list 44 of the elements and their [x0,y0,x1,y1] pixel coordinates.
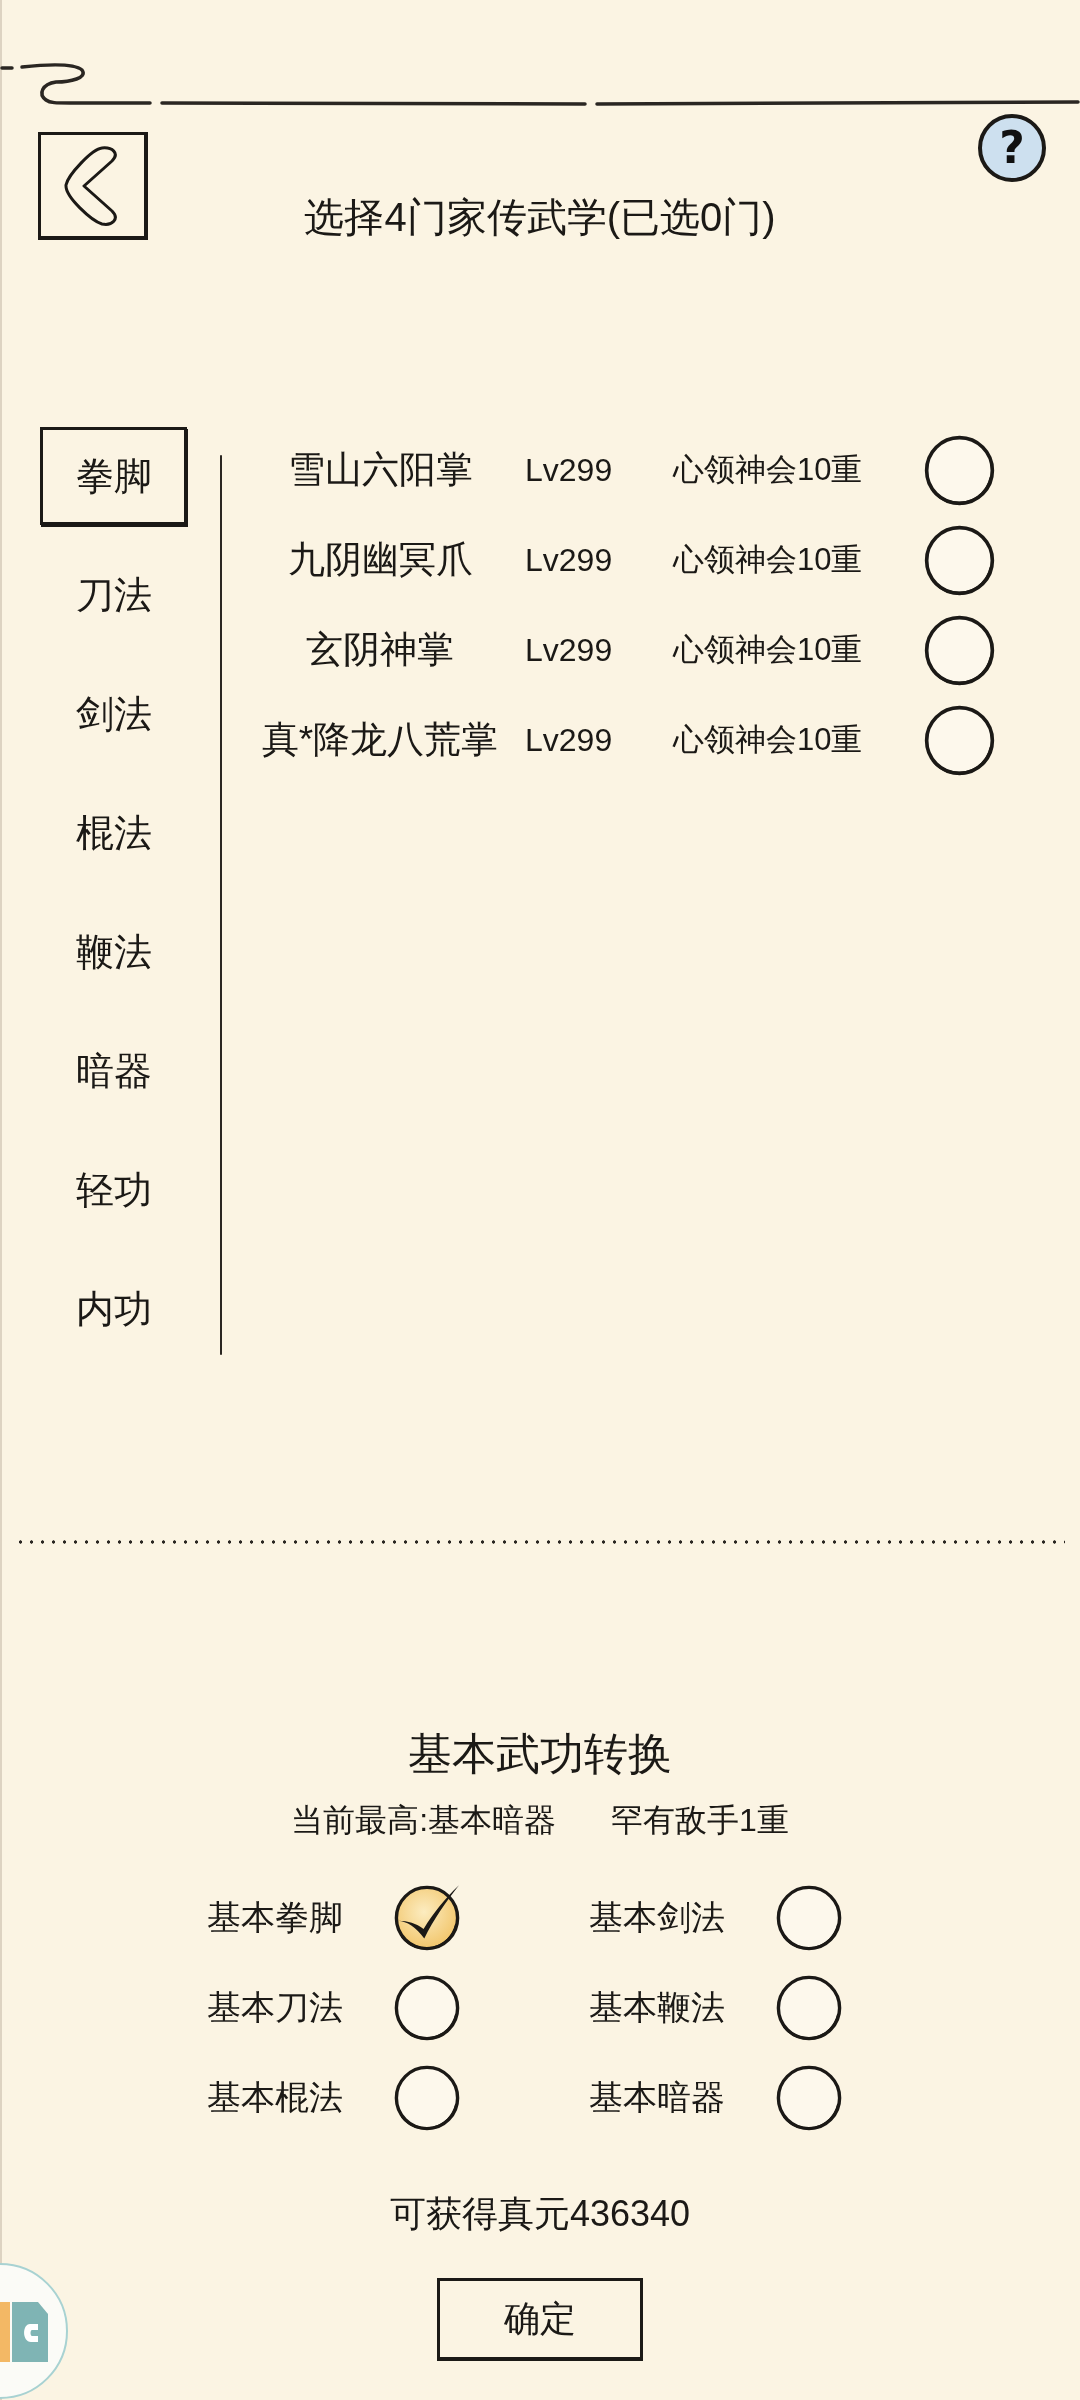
option-checkbox[interactable] [775,2064,843,2132]
option-checkbox[interactable] [775,1974,843,2042]
category-tab[interactable]: 鞭法 [40,903,187,1001]
option-label: 基本剑法 [589,1897,725,1938]
rank-label: 罕有敌手1重 [611,1801,789,1840]
skill-name: 雪山六阳掌 [287,448,473,492]
confirm-button[interactable]: 确定 [437,2278,643,2361]
mastery-label: 心领神会10重 [673,631,863,669]
category-tab[interactable]: 棍法 [40,784,187,882]
section-title: 基本武功转换 [408,1728,672,1780]
skill-level: Lv299 [525,541,613,579]
category-tab[interactable]: 内功 [40,1260,187,1358]
category-tab[interactable]: 拳脚 [40,427,187,525]
mastery-label: 心领神会10重 [673,451,863,489]
option-label: 基本暗器 [589,2077,725,2118]
option-checkbox[interactable] [393,2064,461,2132]
mastery-label: 心领神会10重 [673,541,863,579]
option-label: 基本鞭法 [589,1987,725,2028]
skill-name: 九阴幽冥爪 [287,538,473,582]
option-checkbox[interactable] [775,1884,843,1952]
reward-text: 可获得真元436340 [389,2192,691,2236]
page-title: 选择4门家传武学(已选0门) [304,194,776,240]
category-tab[interactable]: 暗器 [40,1022,187,1120]
option-checkbox[interactable] [393,1884,461,1952]
help-button[interactable]: ? [978,114,1046,182]
skill-checkbox[interactable] [923,523,996,597]
category-tab[interactable]: 刀法 [40,546,187,644]
back-button[interactable] [38,132,148,240]
category-tab[interactable]: 轻功 [40,1141,187,1239]
current-best-label: 当前最高:基本暗器 [291,1801,557,1840]
skill-level: Lv299 [525,631,613,669]
skill-checkbox[interactable] [923,613,996,687]
skill-checkbox[interactable] [923,703,996,777]
option-label: 基本刀法 [207,1987,343,2028]
skill-checkbox[interactable] [923,433,996,507]
option-label: 基本棍法 [207,2077,343,2118]
skill-level: Lv299 [525,721,613,759]
skill-level: Lv299 [525,451,613,489]
skill-name: 玄阴神掌 [306,628,454,672]
option-checkbox[interactable] [393,1974,461,2042]
skill-name: 真*降龙八荒掌 [261,718,499,762]
mastery-label: 心领神会10重 [673,721,863,759]
option-label: 基本拳脚 [207,1897,343,1938]
category-tab[interactable]: 剑法 [40,665,187,763]
